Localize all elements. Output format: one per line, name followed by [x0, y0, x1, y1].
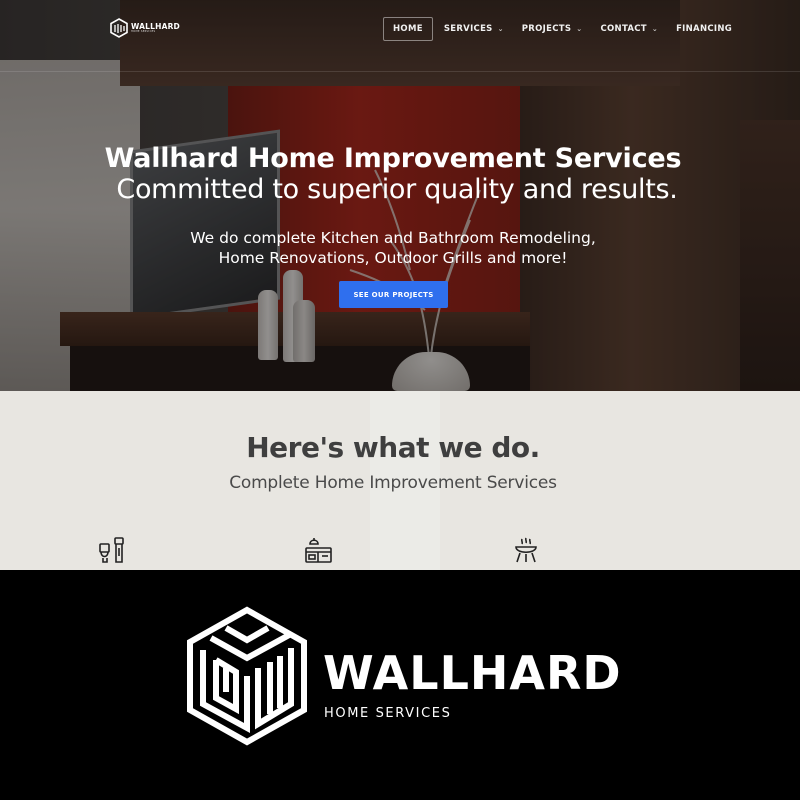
- hero-content: Wallhard Home Improvement Services Commi…: [0, 0, 800, 391]
- wallhard-emblem-icon: [186, 606, 308, 751]
- bathroom-fixtures-icon: [98, 536, 128, 564]
- services-title: Here's what we do.: [246, 431, 540, 464]
- brand-banner: WALLHARD HOME SERVICES: [0, 570, 800, 800]
- brand-tagline: HOME SERVICES: [324, 706, 452, 721]
- hero-subtitle: Committed to superior quality and result…: [116, 174, 678, 205]
- grill-icon: [511, 536, 541, 564]
- kitchen-icon: [303, 536, 333, 564]
- hero-description: We do complete Kitchen and Bathroom Remo…: [0, 228, 786, 268]
- hero-section: WALLHARD HOME SERVICES HOME SERVICES ⌄ P…: [0, 0, 800, 391]
- services-subtitle: Complete Home Improvement Services: [229, 473, 557, 493]
- hero-description-line: Home Renovations, Outdoor Grills and mor…: [218, 249, 568, 267]
- services-section: Here's what we do. Complete Home Improve…: [0, 391, 800, 570]
- hero-description-line: We do complete Kitchen and Bathroom Remo…: [190, 229, 596, 247]
- see-our-projects-button[interactable]: SEE OUR PROJECTS: [339, 281, 448, 308]
- hero-title: Wallhard Home Improvement Services: [104, 143, 682, 174]
- brand-name: WALLHARD: [323, 646, 622, 700]
